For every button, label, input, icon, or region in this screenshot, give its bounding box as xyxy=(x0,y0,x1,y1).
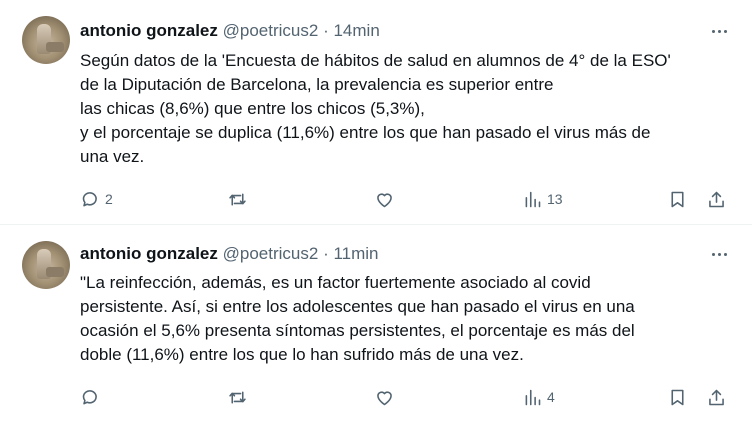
like-icon xyxy=(377,192,392,207)
tweet[interactable]: antonio gonzalez @poetricus2 · 11min "La… xyxy=(0,225,752,422)
avatar[interactable] xyxy=(22,16,70,64)
share-icon xyxy=(709,389,724,405)
tweet-text-line: doble (11,6%) entre los que lo han sufri… xyxy=(80,345,524,364)
reply-icon xyxy=(82,389,97,404)
views-icon xyxy=(525,389,541,405)
more-options-button[interactable] xyxy=(708,243,730,265)
author-name[interactable]: antonio gonzalez xyxy=(80,244,218,263)
more-icon xyxy=(711,252,727,256)
tweet[interactable]: antonio gonzalez @poetricus2 · 14min Seg… xyxy=(0,0,752,225)
like-icon xyxy=(377,390,392,405)
tweet-text: "La reinfección, además, es un factor fu… xyxy=(80,271,735,367)
separator: · xyxy=(323,244,329,263)
tweet-text-line: ocasión el 5,6% presenta síntomas persis… xyxy=(80,321,635,340)
timestamp[interactable]: 14min xyxy=(333,21,379,40)
bookmark-button[interactable] xyxy=(667,385,688,409)
reply-icon xyxy=(82,191,97,206)
reply-count: 2 xyxy=(105,191,113,207)
retweet-button[interactable] xyxy=(227,187,252,211)
bookmark-icon xyxy=(671,191,684,207)
views-button[interactable]: 13 xyxy=(522,187,563,211)
author-name[interactable]: antonio gonzalez xyxy=(80,21,218,40)
tweet-text-line: "La reinfección, además, es un factor fu… xyxy=(80,273,591,292)
retweet-button[interactable] xyxy=(227,385,252,409)
more-options-button[interactable] xyxy=(708,20,730,42)
tweet-text-line: y el porcentaje se duplica (11,6%) entre… xyxy=(80,123,651,142)
tweet-text-line: de la Diputación de Barcelona, la preval… xyxy=(80,75,554,94)
share-icon xyxy=(709,191,724,207)
views-icon xyxy=(525,191,541,207)
share-button[interactable] xyxy=(706,187,727,211)
tweet-actions: 2 13 xyxy=(80,187,735,211)
tweet-text-line: una vez. xyxy=(80,147,145,166)
author-handle[interactable]: @poetricus2 xyxy=(223,244,319,263)
views-button[interactable]: 4 xyxy=(522,385,555,409)
view-count: 13 xyxy=(547,191,563,207)
reply-button[interactable]: 2 xyxy=(80,187,113,211)
bookmark-icon xyxy=(671,389,684,405)
timestamp[interactable]: 11min xyxy=(333,244,378,263)
tweet-text-line: las chicas (8,6%) que entre los chicos (… xyxy=(80,99,425,118)
tweet-text-line: Según datos de la 'Encuesta de hábitos d… xyxy=(80,51,671,70)
share-button[interactable] xyxy=(706,385,727,409)
tweet-text-line: persistente. Así, si entre los adolescen… xyxy=(80,297,635,316)
retweet-icon xyxy=(229,390,246,404)
tweet-text: Según datos de la 'Encuesta de hábitos d… xyxy=(80,49,735,169)
view-count: 4 xyxy=(547,389,555,405)
retweet-icon xyxy=(229,192,246,206)
separator: · xyxy=(323,21,329,40)
more-icon xyxy=(711,29,727,33)
avatar[interactable] xyxy=(22,241,70,289)
bookmark-button[interactable] xyxy=(667,187,688,211)
tweet-header: antonio gonzalez @poetricus2 · 14min xyxy=(80,20,380,42)
like-button[interactable] xyxy=(374,187,399,211)
like-button[interactable] xyxy=(374,385,399,409)
tweet-actions: 4 xyxy=(80,385,735,409)
reply-button[interactable] xyxy=(80,385,105,409)
tweet-header: antonio gonzalez @poetricus2 · 11min xyxy=(80,243,379,265)
author-handle[interactable]: @poetricus2 xyxy=(223,21,319,40)
